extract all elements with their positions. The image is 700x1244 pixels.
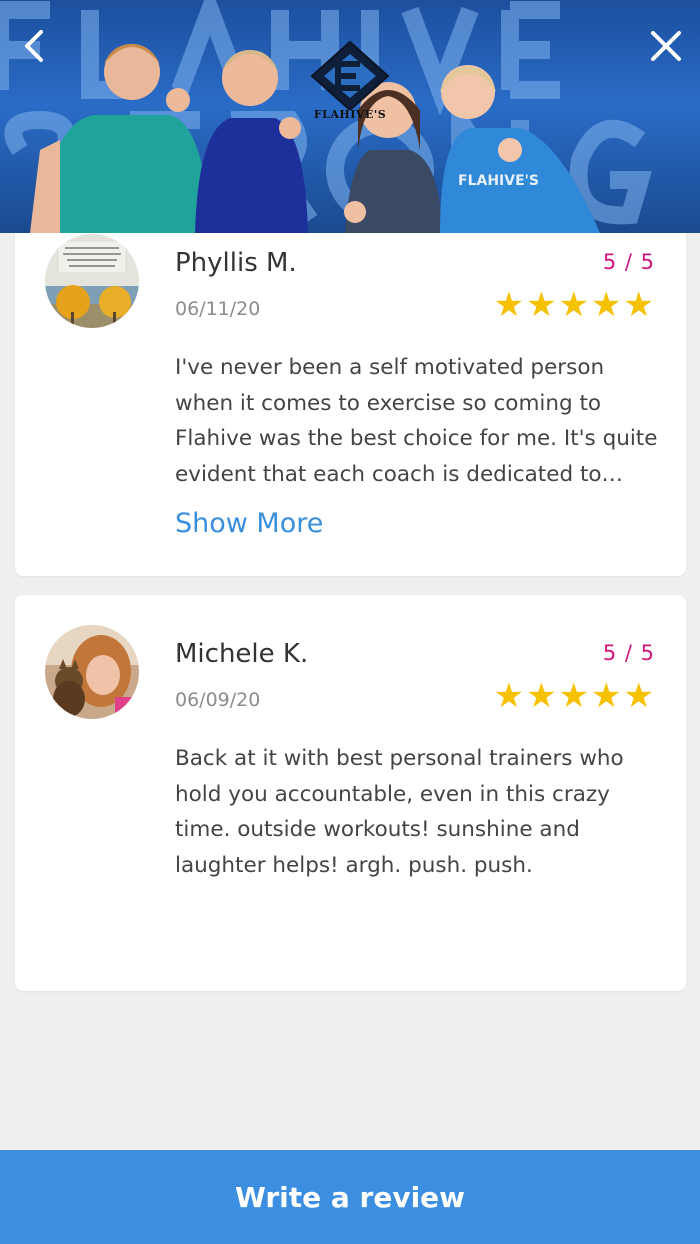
avatar xyxy=(45,234,139,328)
review-card: Michele K. 5 / 5 06/09/20 ★★★★★ Back at … xyxy=(15,595,686,991)
close-button[interactable] xyxy=(642,22,690,70)
review-score: 5 / 5 xyxy=(602,641,655,665)
review-text: I've never been a self motivated person … xyxy=(175,355,658,487)
avatar xyxy=(45,625,139,719)
brand-logo: FLAHIVE'S xyxy=(304,40,396,124)
hero-banner: FLAHIVE'S FLAHIVE'S xyxy=(0,0,700,233)
show-more-link[interactable]: Show More xyxy=(175,508,323,539)
reviewer-name: Phyllis M. xyxy=(175,248,297,278)
star-rating: ★★★★★ xyxy=(493,285,656,325)
star-rating: ★★★★★ xyxy=(493,676,656,716)
svg-text:FLAHIVE'S: FLAHIVE'S xyxy=(458,173,539,189)
review-date: 06/11/20 xyxy=(175,298,261,320)
chevron-left-icon xyxy=(25,30,43,62)
reviewer-name: Michele K. xyxy=(175,639,309,669)
write-review-button[interactable]: Write a review xyxy=(0,1150,700,1244)
logo-text: FLAHIVE'S xyxy=(313,108,387,121)
close-icon xyxy=(651,31,681,61)
review-card: Phyllis M. 5 / 5 06/11/20 ★★★★★ I've nev… xyxy=(15,200,686,576)
review-date: 06/09/20 xyxy=(175,689,261,711)
review-score: 5 / 5 xyxy=(602,250,655,274)
back-button[interactable] xyxy=(10,22,58,70)
review-text: Back at it with best personal trainers w… xyxy=(175,746,624,878)
